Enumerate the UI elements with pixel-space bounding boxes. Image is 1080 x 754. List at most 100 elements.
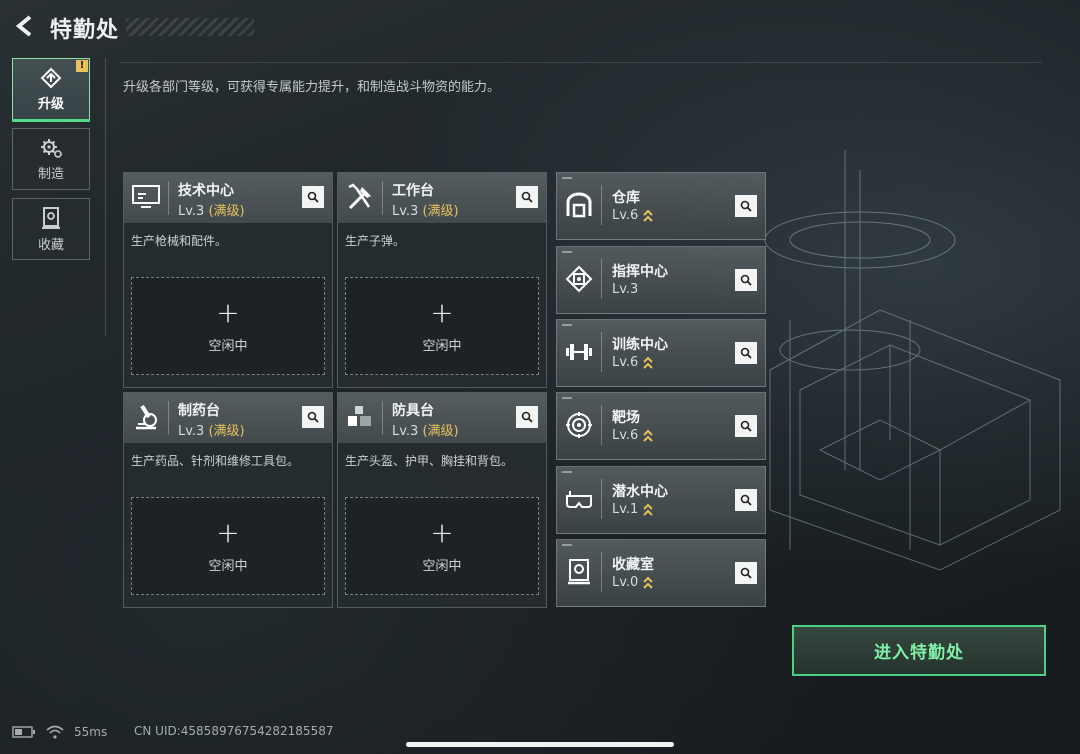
upgrade-icon — [40, 67, 62, 88]
facility-level: Lv.6 — [612, 355, 654, 370]
inspect-button[interactable] — [735, 342, 757, 364]
divider — [120, 62, 1042, 63]
production-slot[interactable]: + 空闲中 — [131, 277, 325, 375]
monitor-icon — [132, 185, 160, 208]
nav-item-craft[interactable]: 制造 — [12, 128, 90, 190]
search-icon — [740, 274, 752, 286]
department-description: 生产头盔、护甲、胸挂和背包。 — [345, 454, 514, 468]
nav-label: 升级 — [37, 96, 64, 112]
home-indicator[interactable] — [406, 742, 674, 747]
separator — [601, 405, 602, 445]
card-header: 制药台 Lv.3 (满级) — [124, 393, 332, 443]
facility-row-training-center[interactable]: 训练中心 Lv.6 — [556, 319, 766, 387]
inspect-button[interactable] — [516, 406, 538, 428]
department-level: Lv.3 (满级) — [178, 424, 245, 439]
facility-name: 收藏室 — [612, 557, 654, 573]
status-bar: 55ms — [12, 724, 117, 740]
facility-name: 指挥中心 — [612, 264, 668, 280]
slot-status: 空闲中 — [208, 558, 248, 574]
inspect-button[interactable] — [516, 186, 538, 208]
facility-level: Lv.6 — [612, 428, 654, 443]
card-icon — [344, 181, 376, 213]
row-icon — [563, 409, 595, 441]
inspect-button[interactable] — [735, 269, 757, 291]
dumbbell-icon — [566, 344, 592, 360]
department-level: Lv.3 (满级) — [392, 204, 459, 219]
tools-icon — [348, 183, 371, 210]
separator — [601, 552, 602, 592]
slot-status: 空闲中 — [208, 338, 248, 354]
department-card-workbench: 工作台 Lv.3 (满级) 生产子弹。 + 空闲中 — [337, 172, 547, 388]
inspect-button[interactable] — [735, 562, 757, 584]
upgrade-available-icon — [643, 209, 654, 222]
search-icon — [740, 200, 752, 212]
plus-icon: + — [216, 515, 240, 549]
department-level: Lv.3 (满级) — [392, 424, 459, 439]
card-icon — [130, 401, 162, 433]
plus-icon: + — [430, 295, 454, 329]
department-card-tech-center: 技术中心 Lv.3 (满级) 生产枪械和配件。 + 空闲中 — [123, 172, 333, 388]
facility-row-shooting-range[interactable]: 靶场 Lv.6 — [556, 392, 766, 460]
department-card-armor: 防具台 Lv.3 (满级) 生产头盔、护甲、胸挂和背包。 + 空闲中 — [337, 392, 547, 608]
command-icon — [565, 265, 593, 293]
inspect-button[interactable] — [302, 406, 324, 428]
separator — [601, 259, 602, 299]
department-level: Lv.3 (满级) — [178, 204, 245, 219]
row-decoration — [562, 251, 572, 253]
enter-special-ops-button[interactable]: 进入特勤处 — [792, 625, 1046, 676]
facility-name: 仓库 — [612, 190, 640, 206]
facility-name: 训练中心 — [612, 337, 668, 353]
page-title: 特勤处 — [50, 18, 120, 43]
ping-value: 55ms — [74, 725, 108, 739]
card-icon — [344, 401, 376, 433]
facility-row-collection-room[interactable]: 收藏室 Lv.0 — [556, 539, 766, 607]
inspect-button[interactable] — [735, 489, 757, 511]
facility-row-command-center[interactable]: 指挥中心 Lv.3 — [556, 246, 766, 314]
slot-status: 空闲中 — [422, 558, 462, 574]
nav-item-upgrade[interactable]: ! 升级 — [12, 58, 90, 122]
divider — [105, 58, 106, 336]
row-decoration — [562, 324, 572, 326]
row-icon — [563, 189, 595, 221]
facility-name: 潜水中心 — [612, 484, 668, 500]
row-decoration — [562, 397, 572, 399]
separator — [601, 332, 602, 372]
facility-level: Lv.1 — [612, 502, 654, 517]
production-slot[interactable]: + 空闲中 — [345, 277, 539, 375]
department-name: 防具台 — [392, 403, 434, 419]
production-slot[interactable]: + 空闲中 — [345, 497, 539, 595]
facility-level: Lv.0 — [612, 575, 654, 590]
inspect-button[interactable] — [302, 186, 324, 208]
warehouse-icon — [566, 192, 592, 218]
search-icon — [740, 420, 752, 432]
search-icon — [740, 567, 752, 579]
separator — [601, 185, 602, 225]
back-arrow-icon — [15, 15, 32, 37]
card-header: 技术中心 Lv.3 (满级) — [124, 173, 332, 223]
facility-name: 靶场 — [612, 410, 640, 426]
plus-icon: + — [216, 295, 240, 329]
separator — [168, 401, 169, 435]
row-decoration — [562, 471, 572, 473]
upgrade-available-icon — [643, 576, 654, 589]
search-icon — [307, 191, 319, 203]
nav-item-collection[interactable]: 收藏 — [12, 198, 90, 260]
facility-level: Lv.3 — [612, 282, 639, 297]
target-icon — [566, 412, 592, 438]
search-icon — [307, 411, 319, 423]
department-name: 技术中心 — [178, 183, 234, 199]
facility-row-diving-center[interactable]: 潜水中心 Lv.1 — [556, 466, 766, 534]
card-icon — [130, 181, 162, 213]
inspect-button[interactable] — [735, 415, 757, 437]
back-button[interactable] — [10, 12, 40, 40]
search-icon — [740, 494, 752, 506]
armor-icon — [348, 406, 371, 426]
diving-mask-icon — [566, 491, 592, 508]
row-icon — [563, 263, 595, 295]
facility-row-warehouse[interactable]: 仓库 Lv.6 — [556, 172, 766, 240]
wifi-icon — [46, 725, 64, 739]
inspect-button[interactable] — [735, 195, 757, 217]
production-slot[interactable]: + 空闲中 — [131, 497, 325, 595]
side-nav: ! 升级 制造 收藏 — [12, 58, 90, 268]
row-decoration — [562, 177, 572, 179]
